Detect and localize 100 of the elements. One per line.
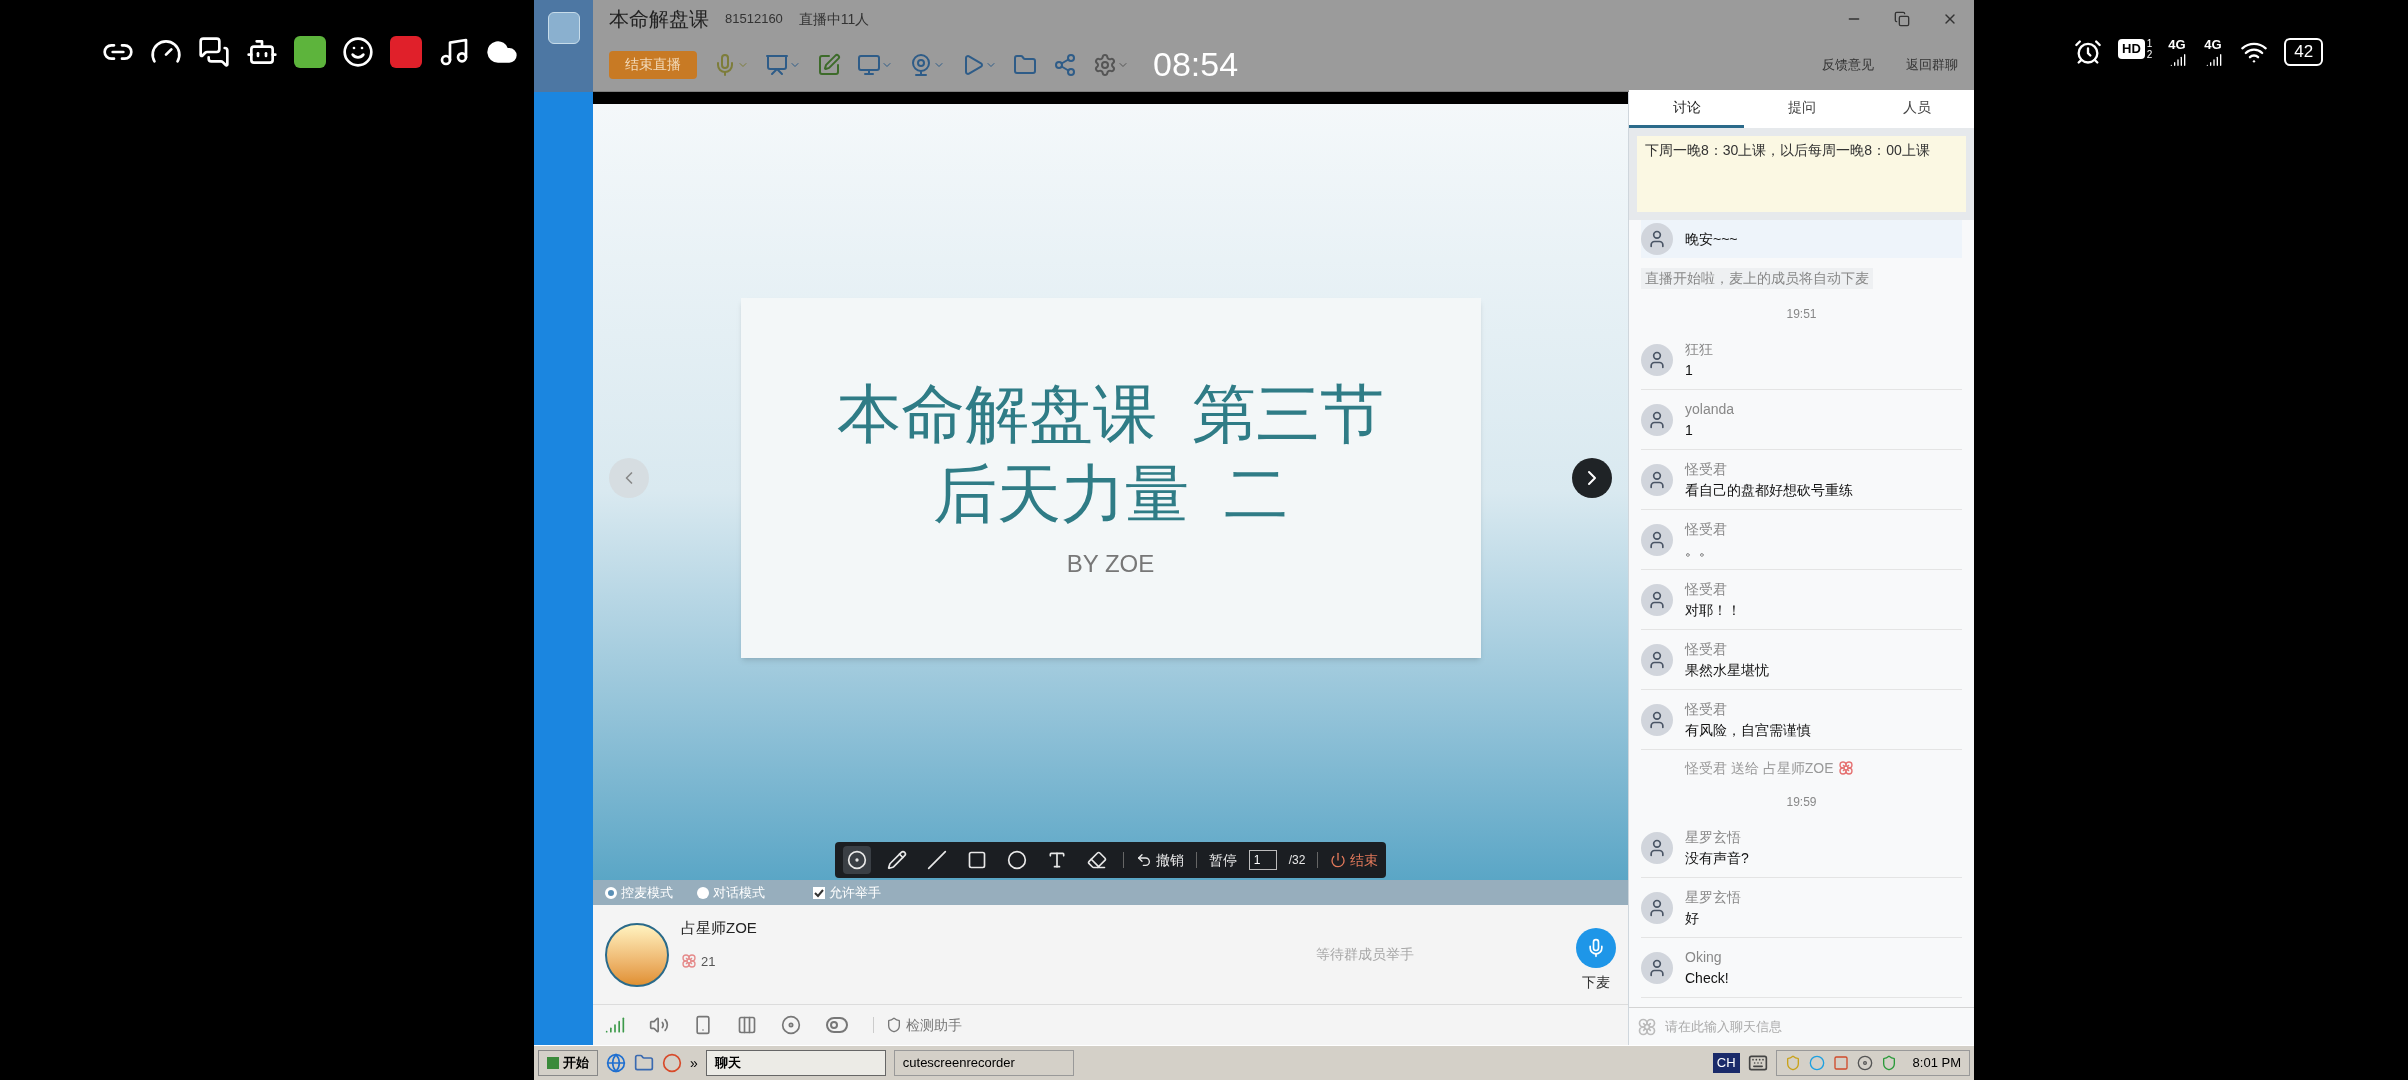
keyboard-icon[interactable] (1747, 1053, 1768, 1073)
radio-button[interactable] (605, 886, 617, 899)
music-icon (438, 36, 470, 68)
flower-icon (681, 953, 697, 970)
avatar-icon (1641, 643, 1673, 676)
speaker-name: 占星师ZOE (681, 918, 757, 938)
next-slide-button[interactable] (1572, 458, 1612, 498)
app-icon (294, 36, 326, 68)
page-input[interactable]: 1 (1248, 850, 1277, 870)
chat-message: 果然水星堪忧 (1685, 660, 1769, 680)
slide-title: 后天力量 二 (932, 457, 1289, 532)
chat-username: 狂狂 (1685, 339, 1713, 359)
chat-username: 怪受君 (1685, 459, 1728, 479)
notice-box: 下周一晚8：30上课，以后每周一晚8：00上课 (1637, 136, 1966, 212)
checkbox[interactable] (813, 886, 825, 899)
shield-icon[interactable] (1880, 1055, 1897, 1071)
network-label: 4G (2168, 38, 2186, 52)
signal-icon[interactable] (605, 1015, 625, 1035)
window-title: 本命解盘课 (609, 7, 709, 32)
chat-tab[interactable]: 人员 (1859, 90, 1974, 128)
flower-count: 21 (701, 952, 716, 971)
more-icon[interactable]: » (690, 1052, 698, 1074)
chat-time: 19:51 (1786, 306, 1817, 323)
chat-tab[interactable]: 提问 (1744, 90, 1859, 128)
mode-label: 控麦模式 (621, 883, 673, 902)
waiting-text: 等待群成员举手 (1316, 945, 1414, 964)
undo-icon (1135, 852, 1152, 868)
checkbox-label: 允许举手 (829, 883, 881, 902)
chat-username: 怪受君 (1685, 579, 1728, 599)
avatar-icon (1641, 951, 1673, 984)
helper-button[interactable]: 检测助手 (886, 1014, 962, 1036)
network-label: 4G (2204, 38, 2222, 52)
chat-username: 怪受君 (1685, 639, 1728, 659)
mic-button-label: 下麦 (1582, 973, 1610, 992)
chat-username: 星罗玄悟 (1685, 827, 1742, 847)
header-link[interactable]: 返回群聊 (1906, 54, 1958, 75)
phone-clock: 08:54 (1153, 44, 1239, 85)
chat-message: Check! (1685, 968, 1729, 988)
speaker-icon[interactable] (649, 1015, 669, 1035)
taskbar-task[interactable]: 聊天 (705, 1050, 886, 1076)
chat-message: 没有声音? (1685, 848, 1749, 868)
app-logo-icon (547, 12, 580, 44)
avatar-icon (1641, 463, 1673, 496)
taskbar-clock: 8:01 PM (1912, 1054, 1961, 1073)
webcam-icon[interactable] (909, 52, 945, 77)
taskbar-task[interactable]: cutescreenrecorder (893, 1050, 1074, 1076)
settings-icon[interactable] (1093, 52, 1129, 77)
start-button[interactable]: 开始 (538, 1050, 598, 1076)
chat-message: 晚安~~~ (1685, 229, 1738, 249)
avatar-icon (1641, 523, 1673, 556)
chat-message: 对耶！！ (1685, 600, 1741, 620)
chat-message: 1 (1685, 360, 1694, 380)
microphone-icon (1586, 938, 1606, 958)
face-icon (342, 36, 374, 68)
folder-icon[interactable] (1013, 52, 1037, 77)
device-icon[interactable] (693, 1015, 713, 1035)
line-icon (926, 850, 947, 870)
header-link[interactable]: 反馈意见 (1822, 54, 1874, 75)
folder-icon[interactable] (634, 1053, 654, 1073)
group-id: 81512160 (725, 10, 783, 29)
restore-icon[interactable] (1894, 11, 1910, 27)
target-icon (846, 850, 867, 870)
disc-icon[interactable] (781, 1015, 801, 1035)
chat-username: 怪受君 (1685, 519, 1727, 539)
avatar-icon (1641, 223, 1673, 255)
avatar-icon (1641, 831, 1673, 864)
power-icon (1330, 852, 1347, 868)
gift-message: 怪受君 送给 占星师ZOE (1685, 758, 1834, 778)
avatar-icon (1641, 583, 1673, 616)
screen-share-icon[interactable] (857, 52, 893, 77)
ime-indicator[interactable]: CH (1712, 1053, 1740, 1073)
tray-app-icon[interactable] (1832, 1055, 1849, 1071)
mic-button[interactable] (1576, 928, 1616, 968)
shield-icon (886, 1017, 902, 1033)
radio-button[interactable] (697, 886, 709, 899)
chat-input[interactable]: 请在此输入聊天信息 (1665, 1016, 1966, 1037)
laser-pointer-tool[interactable] (842, 846, 871, 874)
presentation-icon[interactable] (765, 52, 801, 77)
mode-label: 对话模式 (713, 883, 765, 902)
share-icon[interactable] (1053, 52, 1077, 77)
pause-button[interactable]: 暂停 (1208, 849, 1237, 871)
slide-title: 本命解盘课 第三节 (836, 377, 1385, 452)
page-total: /32 (1288, 852, 1306, 869)
tray-app-icon[interactable] (1856, 1055, 1873, 1071)
grid-icon[interactable] (737, 1015, 757, 1035)
edit-icon[interactable] (817, 52, 841, 77)
chat-username: 星罗玄悟 (1685, 887, 1741, 907)
chat-username: 怪受君 (1685, 699, 1728, 719)
undo-button[interactable]: 撤销 (1135, 849, 1184, 871)
end-button[interactable]: 结束 (1330, 849, 1379, 871)
chat-message: 好 (1685, 908, 1700, 928)
chat-bubbles-icon (198, 36, 230, 68)
flower-icon (1837, 760, 1854, 776)
avatar-icon (1641, 403, 1673, 436)
chat-message: 有风险，自宫需谨慎 (1685, 720, 1811, 740)
live-status: 直播中11人 (798, 9, 870, 29)
chat-username: yolanda (1685, 399, 1735, 419)
chat-username: Oking (1685, 947, 1723, 967)
battery-icon: 42 (2284, 38, 2324, 66)
slide-byline: BY ZOE (1066, 549, 1155, 579)
